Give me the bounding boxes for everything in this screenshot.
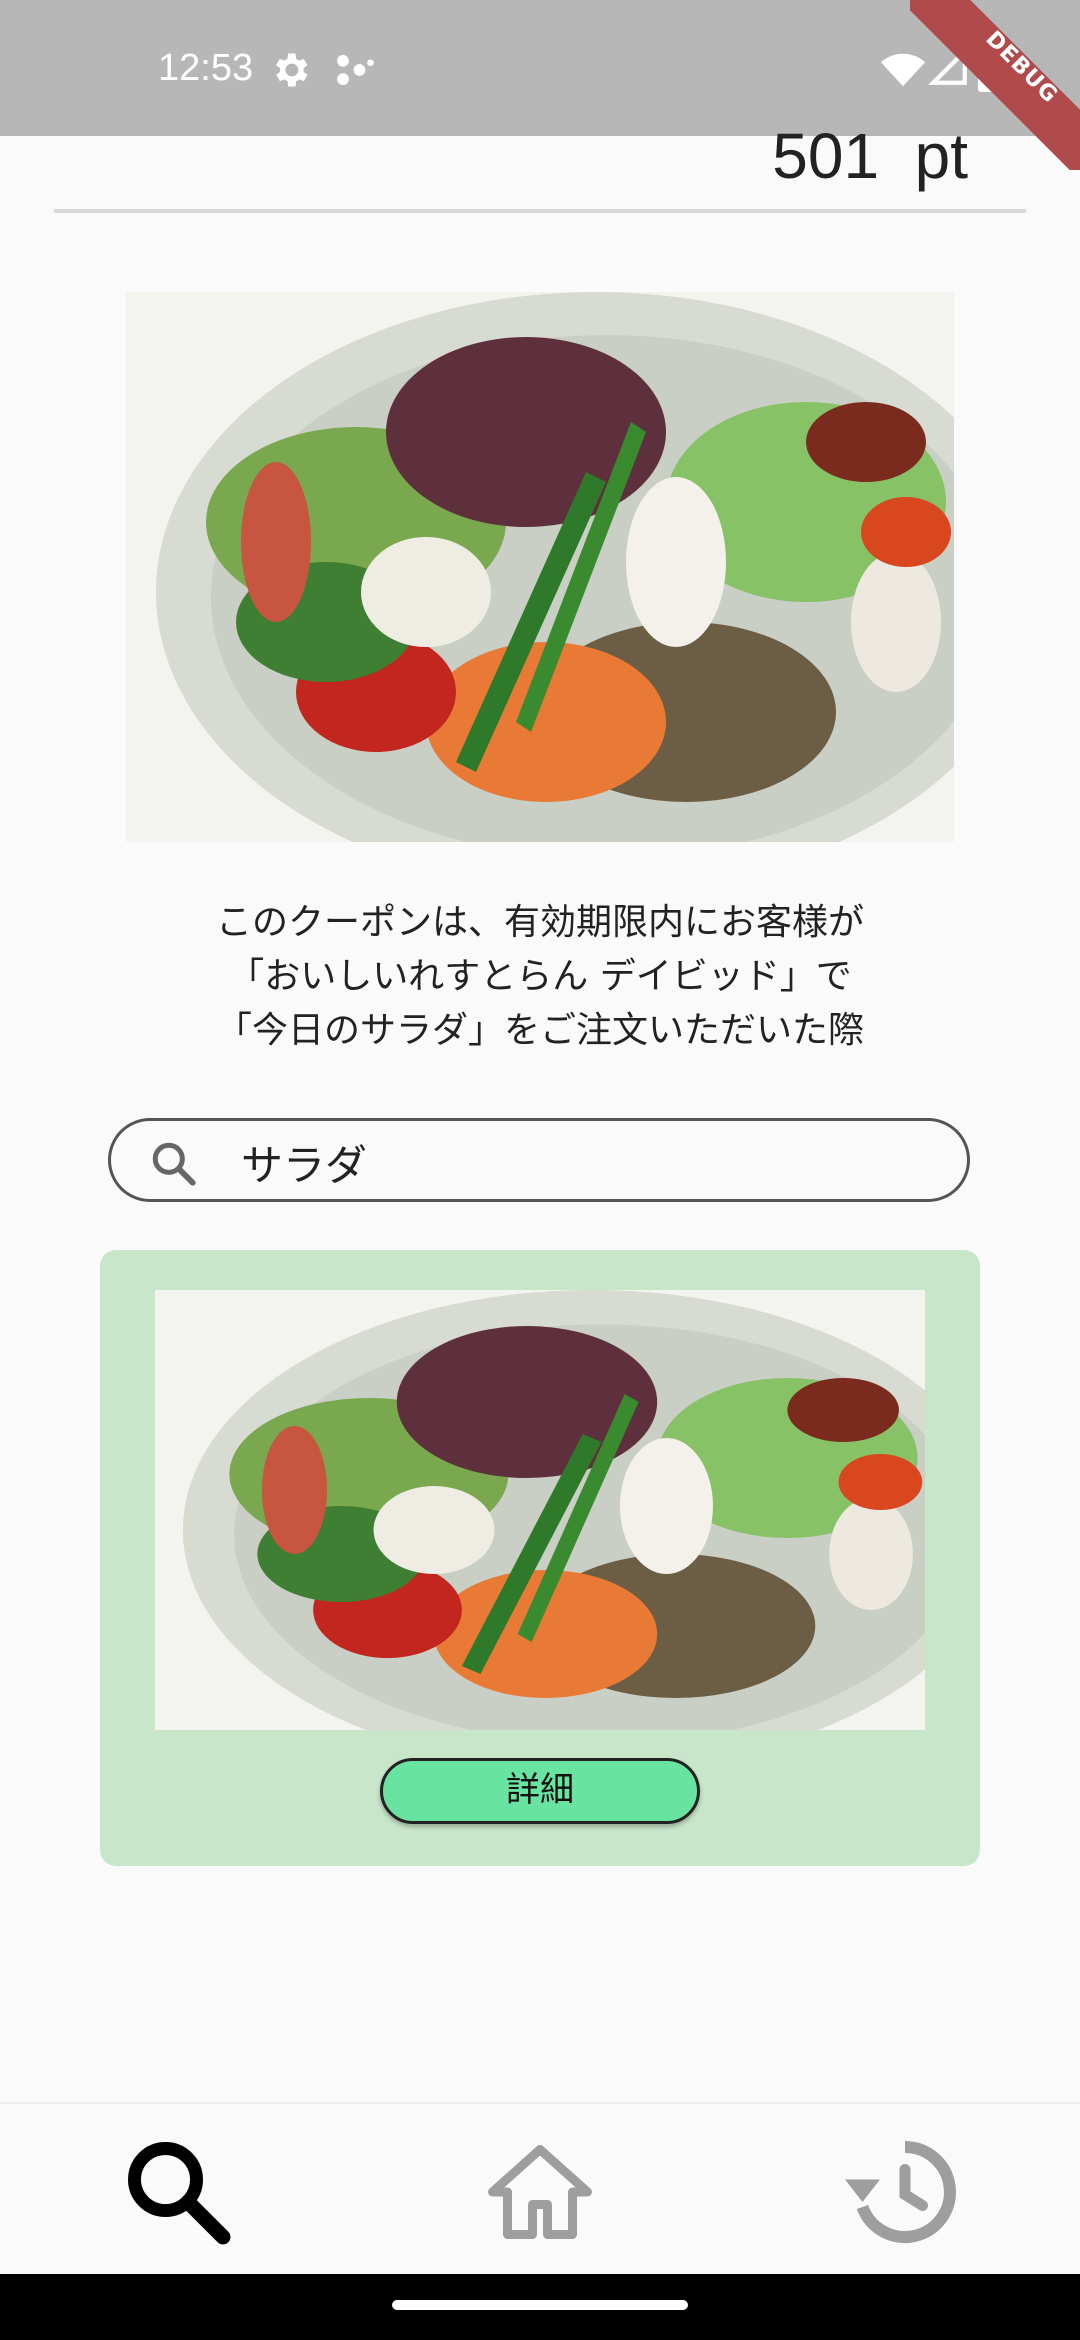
search-icon xyxy=(152,1142,196,1186)
detail-button[interactable]: 詳細 xyxy=(380,1758,700,1824)
system-navigation-bar xyxy=(0,2274,1080,2340)
home-indicator[interactable] xyxy=(392,2300,688,2310)
history-icon[interactable] xyxy=(840,2132,960,2252)
search-icon[interactable] xyxy=(118,2132,238,2252)
salad-photo xyxy=(155,1290,925,1730)
dots-icon xyxy=(337,54,374,86)
coupon-card[interactable]: 詳細 xyxy=(100,1250,980,1866)
status-bar: 12:53 DEBUG xyxy=(0,0,1080,170)
settings-icon xyxy=(276,53,308,87)
description-line: 「今日のサラダ」をご注文いただいた際 xyxy=(215,1010,864,1051)
salad-photo xyxy=(126,292,954,842)
coupon-description: このクーポンは、有効期限内にお客様が 「おいしいれすとらん デイビッド」で 「今… xyxy=(140,896,940,1056)
description-line: このクーポンは、有効期限内にお客様が xyxy=(215,902,864,943)
card-image xyxy=(155,1290,925,1730)
search-bar[interactable] xyxy=(108,1118,970,1202)
home-icon[interactable] xyxy=(480,2132,600,2252)
coupon-image xyxy=(126,292,954,842)
search-input[interactable] xyxy=(239,1131,943,1193)
header-divider xyxy=(54,209,1026,213)
status-time: 12:53 xyxy=(158,47,254,89)
points-balance: 501 pt xyxy=(772,120,968,192)
bottom-navigation xyxy=(0,2102,1080,2276)
description-line: 「おいしいれすとらん デイビッド」で xyxy=(228,956,852,997)
